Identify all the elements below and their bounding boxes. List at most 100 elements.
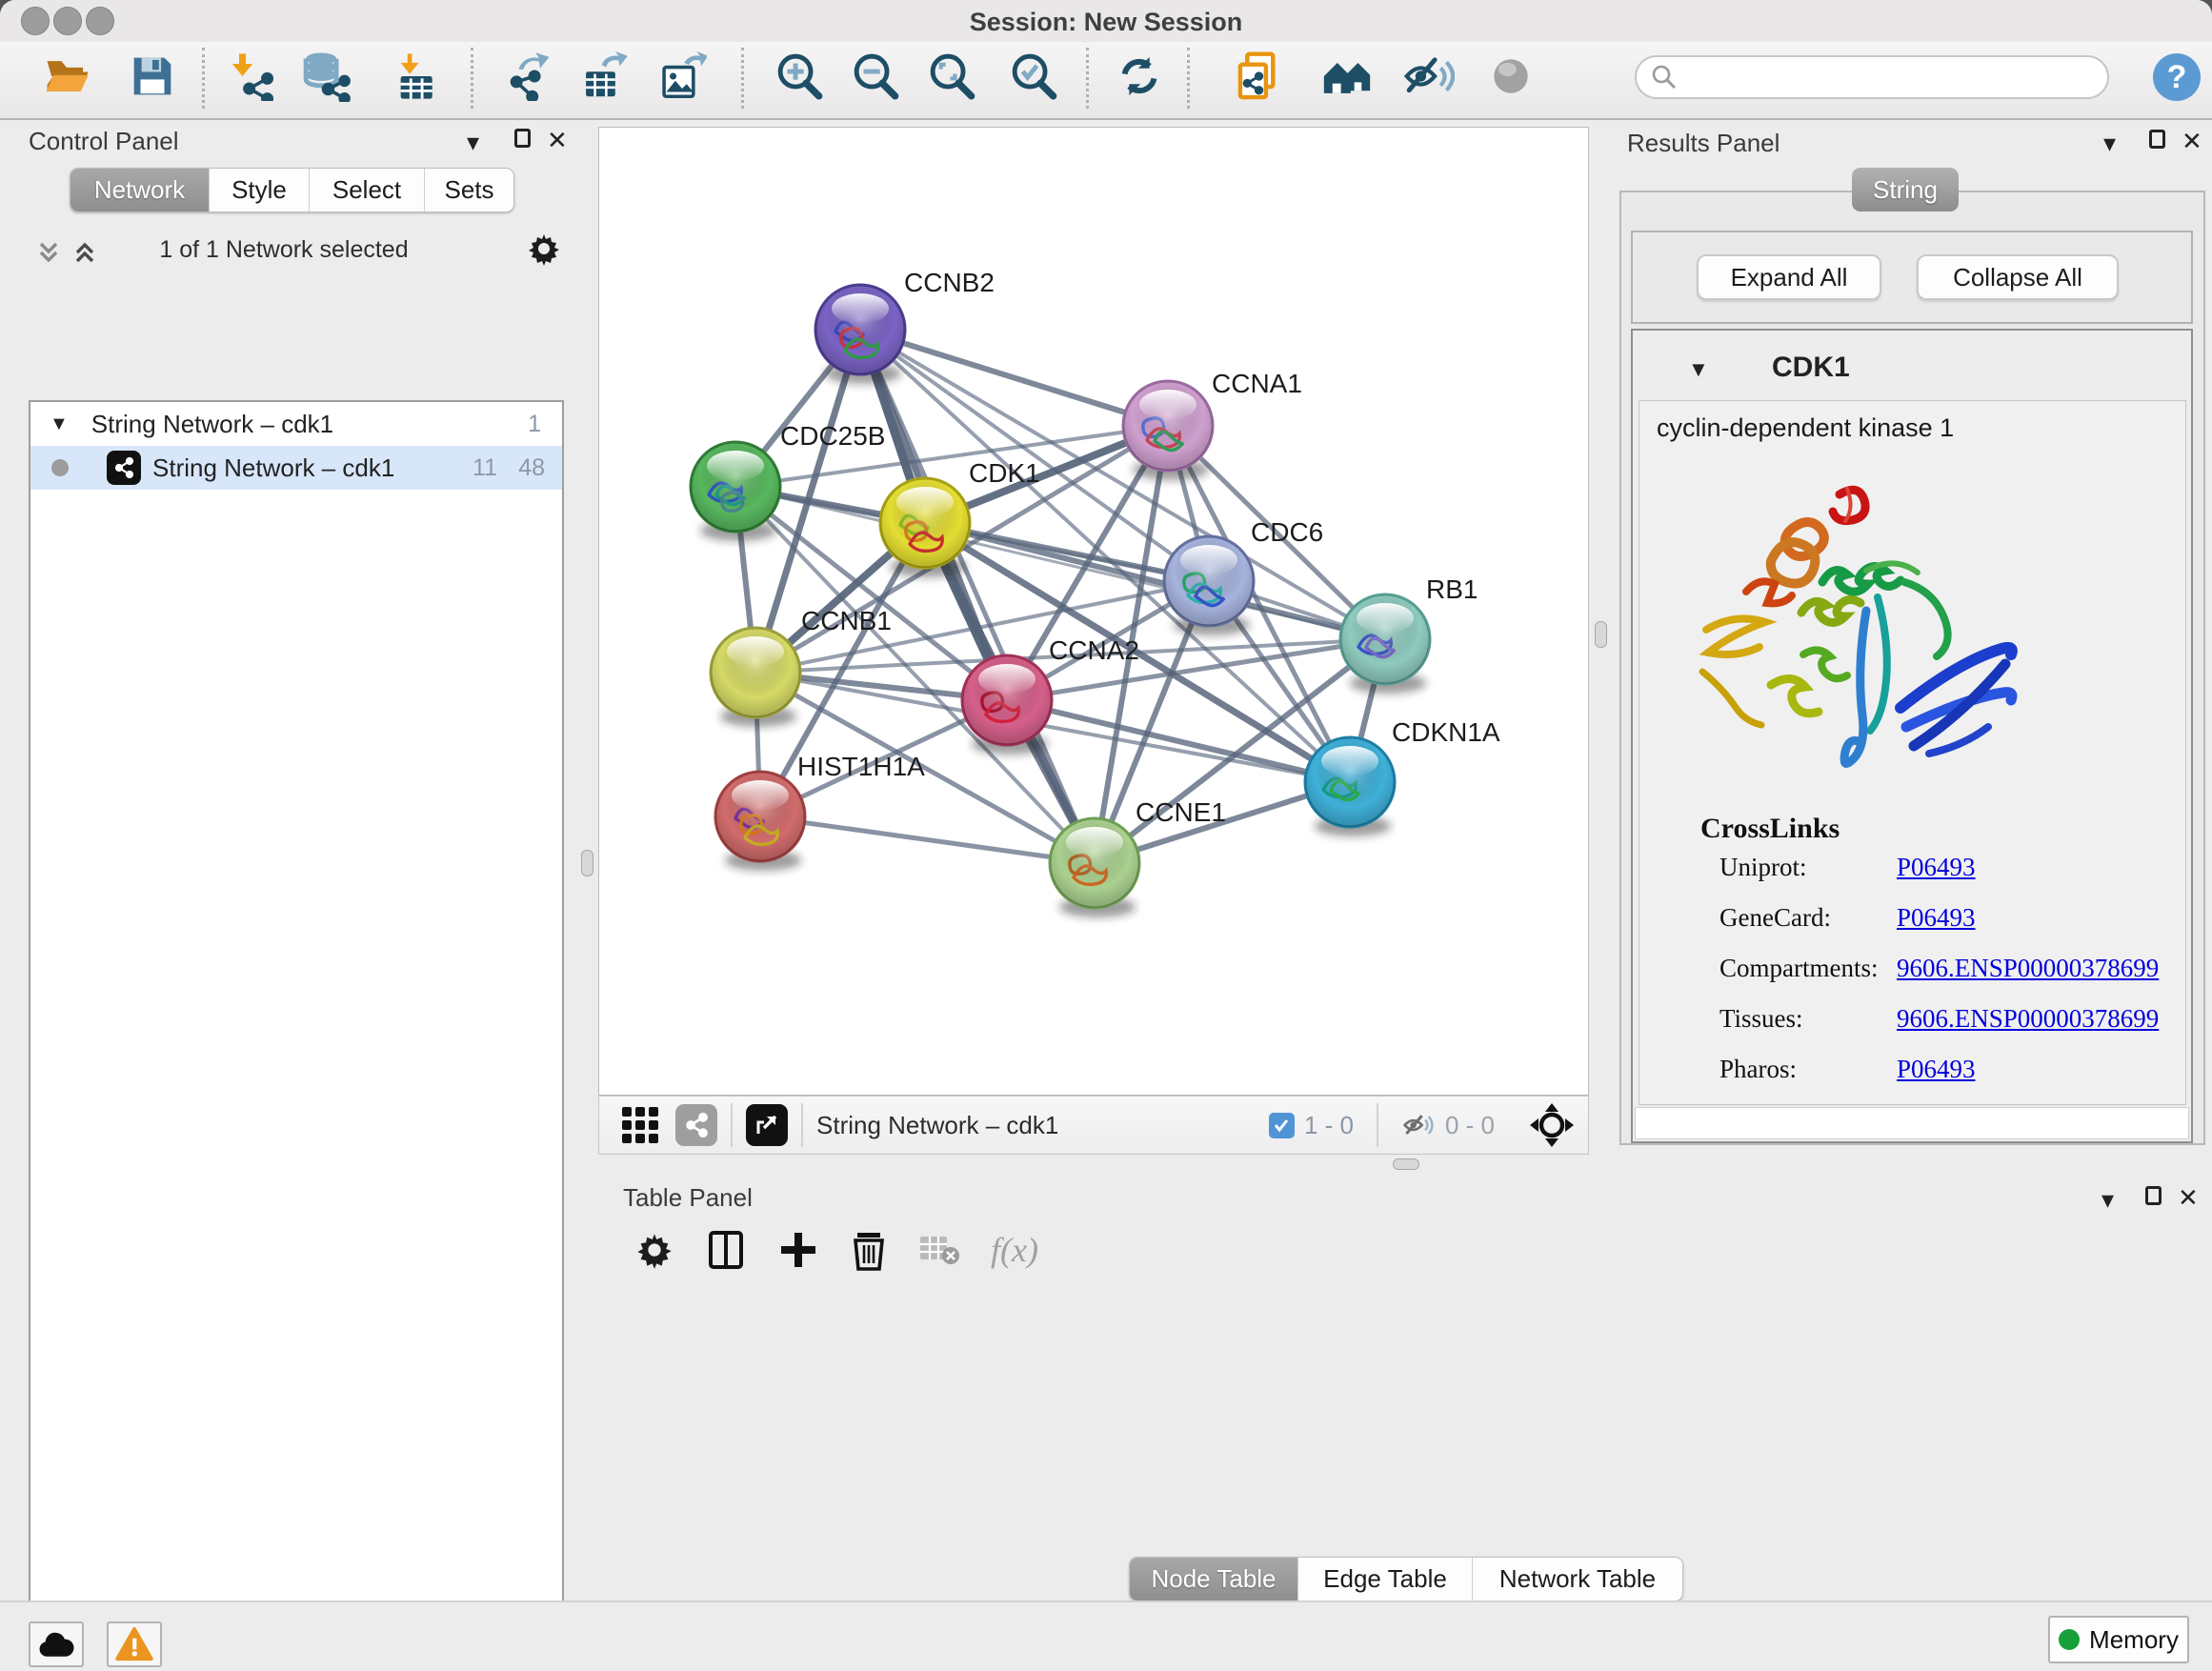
network-node-CDK1[interactable] <box>880 478 970 577</box>
network-row[interactable]: String Network – cdk1 11 48 <box>30 446 562 490</box>
right-splitter-handle[interactable] <box>1595 621 1607 648</box>
maximize-panel-icon[interactable] <box>514 129 531 148</box>
clone-network-icon[interactable] <box>1235 50 1288 103</box>
network-node-CDKN1A[interactable] <box>1305 737 1395 836</box>
open-session-icon[interactable] <box>40 50 93 103</box>
export-network-icon[interactable] <box>501 50 554 103</box>
tab-edge-table[interactable]: Edge Table <box>1298 1558 1473 1601</box>
crosslink-link[interactable]: 9606.ENSP00000378699 <box>1897 1004 2159 1034</box>
tab-string[interactable]: String <box>1852 168 1959 211</box>
close-panel-icon[interactable]: ✕ <box>2178 1185 2199 1210</box>
title-bar: Session: New Session <box>0 0 2212 42</box>
maximize-panel-icon[interactable] <box>2145 1186 2162 1205</box>
tab-select[interactable]: Select <box>310 169 425 211</box>
crosslink-label: GeneCard: <box>1719 903 1831 933</box>
selected-checkbox-icon[interactable] <box>1269 1113 1295 1138</box>
zoom-in-icon[interactable] <box>774 50 827 103</box>
crosslink-link[interactable]: P06493 <box>1897 903 1976 933</box>
export-image-icon[interactable] <box>655 50 709 103</box>
zoom-selected-icon[interactable] <box>1008 50 1061 103</box>
network-selection-status: 1 of 1 Network selected <box>112 236 455 264</box>
float-panel-icon[interactable]: ▾ <box>467 130 479 154</box>
tab-network[interactable]: Network <box>70 169 210 211</box>
crosslink-link[interactable]: P06493 <box>1897 1055 1976 1084</box>
tab-sets[interactable]: Sets <box>425 169 513 211</box>
close-panel-icon[interactable]: ✕ <box>547 128 568 152</box>
float-panel-icon[interactable]: ▾ <box>2101 1187 2114 1212</box>
collapse-all-networks-icon[interactable] <box>70 238 99 267</box>
tab-style[interactable]: Style <box>210 169 310 211</box>
network-edge-count: 48 <box>518 454 545 482</box>
open-in-window-icon[interactable] <box>746 1104 788 1146</box>
table-panel-title: Table Panel <box>623 1183 753 1213</box>
table-panel: Table Panel ▾ ✕ f(x) shared namenamecano… <box>600 1170 2212 1599</box>
tab-network-table[interactable]: Network Table <box>1473 1558 1682 1601</box>
help-icon[interactable]: ? <box>2153 53 2201 101</box>
import-network-from-database-icon[interactable] <box>299 50 352 103</box>
crosslink-link[interactable]: P06493 <box>1897 853 1976 882</box>
results-scrollbar-track[interactable] <box>1635 1107 2189 1139</box>
hide-annotations-icon[interactable] <box>1402 50 1456 103</box>
network-edge[interactable] <box>760 816 1095 863</box>
delete-column-icon[interactable] <box>850 1229 888 1271</box>
node-label-HIST1H1A: HIST1H1A <box>797 752 925 781</box>
add-column-icon[interactable] <box>777 1229 819 1271</box>
crosslink-link[interactable]: 9606.ENSP00000378699 <box>1897 954 2159 983</box>
refresh-icon[interactable] <box>1113 50 1166 103</box>
zoom-out-icon[interactable] <box>850 50 903 103</box>
network-node-CCNA2[interactable] <box>962 655 1052 755</box>
tab-node-table[interactable]: Node Table <box>1130 1558 1298 1601</box>
houses-icon[interactable] <box>1320 50 1374 103</box>
network-node-CCNA1[interactable] <box>1123 381 1213 480</box>
warning-status-button[interactable] <box>107 1621 162 1667</box>
search-input[interactable] <box>1635 55 2109 99</box>
select-columns-icon[interactable] <box>705 1229 747 1271</box>
results-panel-title: Results Panel <box>1627 129 1780 158</box>
zoom-fit-icon[interactable] <box>926 50 979 103</box>
table-settings-gear-icon[interactable] <box>634 1230 674 1270</box>
import-network-from-file-icon[interactable] <box>225 50 278 103</box>
network-edge[interactable] <box>860 330 1095 863</box>
network-options-gear-icon[interactable] <box>526 231 562 267</box>
export-table-icon[interactable] <box>577 50 631 103</box>
network-edge[interactable] <box>860 330 1168 426</box>
crosslink-label: Pharos: <box>1719 1055 1797 1084</box>
network-node-CDC25B[interactable] <box>691 442 780 541</box>
bottom-splitter-handle[interactable] <box>1393 1158 1419 1170</box>
navigator-crosshair-icon[interactable] <box>1529 1102 1575 1148</box>
float-panel-icon[interactable]: ▾ <box>2103 131 2116 155</box>
network-share-icon[interactable] <box>675 1104 717 1146</box>
node-label-CDC25B: CDC25B <box>780 421 885 451</box>
cloud-status-button[interactable] <box>29 1621 84 1667</box>
function-builder-icon[interactable]: f(x) <box>991 1230 1038 1270</box>
network-node-CCNB2[interactable] <box>815 285 905 384</box>
main-toolbar: ? <box>0 42 2212 120</box>
window-title: Session: New Session <box>0 8 2212 37</box>
left-splitter-handle[interactable] <box>581 850 593 876</box>
show-annotations-icon[interactable] <box>1484 50 1538 103</box>
hidden-elements-icon[interactable] <box>1401 1108 1436 1142</box>
network-collection-row[interactable]: ▼ String Network – cdk1 1 <box>30 402 562 446</box>
birdseye-view-icon[interactable] <box>620 1105 660 1145</box>
network-node-CDC6[interactable] <box>1164 536 1254 635</box>
network-node-HIST1H1A[interactable] <box>715 772 805 871</box>
close-panel-icon[interactable]: ✕ <box>2182 129 2202 153</box>
crosslink-label: Compartments: <box>1719 954 1878 983</box>
table-tabs: Node Table Edge Table Network Table <box>1129 1557 1683 1601</box>
hidden-node-edge-count: 0 - 0 <box>1445 1111 1495 1140</box>
import-table-from-file-icon[interactable] <box>389 50 442 103</box>
save-session-icon[interactable] <box>126 50 179 103</box>
delete-table-icon[interactable] <box>918 1233 960 1267</box>
network-node-CCNB1[interactable] <box>711 628 800 727</box>
network-node-RB1[interactable] <box>1340 594 1430 694</box>
collapse-collection-icon[interactable]: ▼ <box>50 413 69 435</box>
network-canvas[interactable]: CCNB2CCNA1CDC25BCDK1CDC6RB1CCNB1CCNA2CDK… <box>598 127 1589 1096</box>
collapse-all-button[interactable]: Collapse All <box>1917 254 2119 300</box>
maximize-panel-icon[interactable] <box>2149 130 2165 149</box>
expand-all-button[interactable]: Expand All <box>1697 254 1881 300</box>
node-label-CCNA1: CCNA1 <box>1212 369 1302 398</box>
collapse-gene-icon[interactable]: ▼ <box>1688 357 1709 382</box>
network-node-CCNE1[interactable] <box>1050 818 1139 917</box>
expand-all-networks-icon[interactable] <box>34 238 63 267</box>
memory-button[interactable]: Memory <box>2048 1616 2189 1663</box>
